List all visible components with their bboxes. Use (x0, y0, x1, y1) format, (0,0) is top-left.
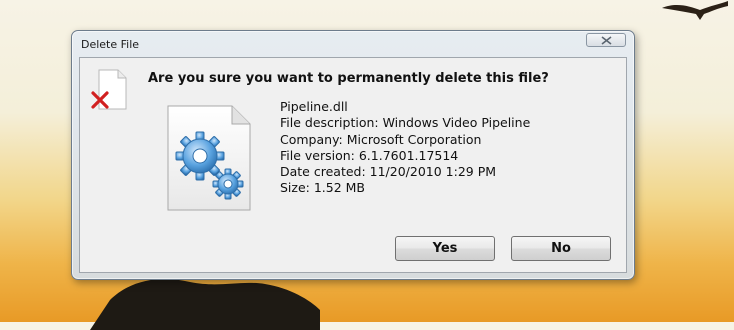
file-name: Pipeline.dll (280, 99, 348, 114)
file-version: File version: 6.1.7601.17514 (280, 147, 459, 163)
file-description: File description: Windows Video Pipeline (280, 115, 531, 131)
delete-file-dialog: Delete File Are you sure you want to per… (71, 30, 635, 280)
no-button[interactable]: No (511, 236, 611, 261)
title-bar[interactable]: Delete File (72, 31, 634, 57)
file-date-created: Date created: 11/20/2010 1:29 PM (280, 164, 497, 180)
delete-file-icon (91, 69, 127, 110)
yes-button[interactable]: Yes (395, 236, 495, 261)
file-size: Size: 1.52 MB (280, 180, 366, 196)
file-company: Company: Microsoft Corporation (280, 131, 482, 147)
dialog-title: Delete File (81, 38, 140, 51)
close-icon (601, 36, 612, 45)
dialog-body: Are you sure you want to permanently del… (79, 57, 627, 273)
wallpaper-bird-silhouette (662, 1, 728, 20)
confirmation-question: Are you sure you want to permanently del… (148, 71, 549, 86)
file-details: Pipeline.dll File description: Windows V… (280, 99, 530, 197)
close-button[interactable] (586, 33, 626, 47)
dll-file-icon (167, 105, 251, 211)
